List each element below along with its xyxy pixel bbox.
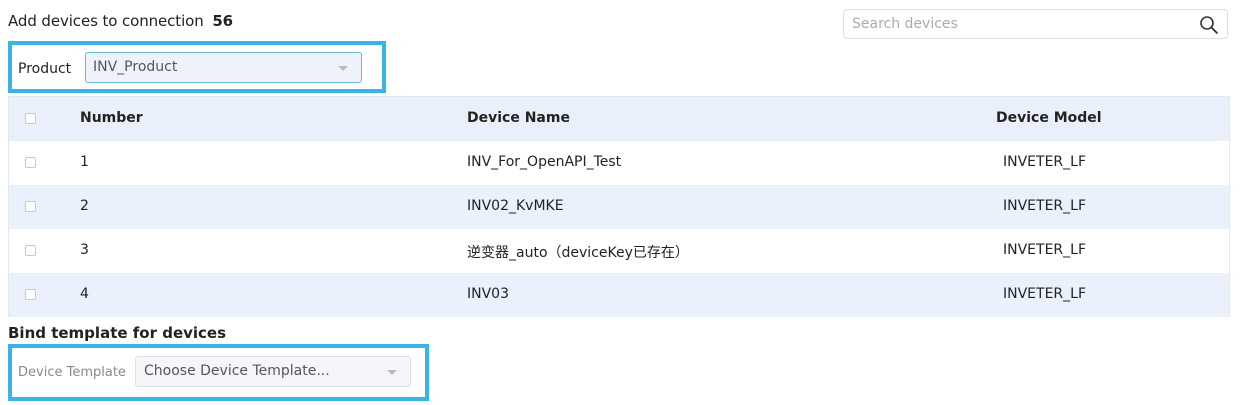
- table-row[interactable]: 2 INV02_KvMKE INVETER_LF: [9, 185, 1229, 229]
- cell-number: 3: [80, 242, 89, 258]
- table-row[interactable]: 4 INV03 INVETER_LF: [9, 273, 1229, 317]
- cell-device-model: INVETER_LF: [1003, 198, 1087, 214]
- device-template-placeholder: Choose Device Template...: [144, 363, 330, 379]
- page-title-text: Add devices to connection: [8, 12, 204, 30]
- product-select-value: INV_Product: [93, 59, 178, 75]
- bind-template-title: Bind template for devices: [8, 324, 227, 342]
- chevron-down-icon: [338, 66, 348, 71]
- product-select[interactable]: INV_Product: [85, 52, 362, 83]
- column-header-device-model[interactable]: Device Model: [996, 110, 1102, 126]
- row-checkbox[interactable]: [25, 201, 36, 212]
- cell-device-model: INVETER_LF: [1003, 286, 1087, 302]
- column-header-number[interactable]: Number: [80, 110, 143, 126]
- cell-device-name: INV02_KvMKE: [467, 198, 564, 214]
- select-all-checkbox[interactable]: [25, 113, 36, 124]
- search-placeholder: Search devices: [852, 16, 958, 32]
- product-label: Product: [18, 61, 72, 77]
- cell-device-model: INVETER_LF: [1003, 154, 1087, 170]
- table-header-row: Number Device Name Device Model: [9, 97, 1229, 142]
- column-header-device-name[interactable]: Device Name: [467, 110, 570, 126]
- add-devices-panel: Add devices to connection 56 Search devi…: [0, 0, 1241, 405]
- cell-device-model: INVETER_LF: [1003, 242, 1087, 258]
- cell-number: 4: [80, 286, 89, 302]
- row-checkbox[interactable]: [25, 289, 36, 300]
- cell-device-name: 逆变器_auto（deviceKey已存在）: [467, 245, 689, 261]
- cell-device-name: INV03: [467, 286, 509, 302]
- table-row[interactable]: 1 INV_For_OpenAPI_Test INVETER_LF: [9, 141, 1229, 185]
- row-checkbox[interactable]: [25, 157, 36, 168]
- cell-device-name: INV_For_OpenAPI_Test: [467, 154, 622, 170]
- cell-number: 1: [80, 154, 89, 170]
- chevron-down-icon: [387, 370, 397, 375]
- search-icon[interactable]: [1199, 15, 1219, 35]
- cell-number: 2: [80, 198, 89, 214]
- devices-table: Number Device Name Device Model 1 INV_Fo…: [8, 96, 1230, 317]
- connection-number: 56: [212, 12, 233, 30]
- search-input[interactable]: Search devices: [843, 9, 1228, 39]
- device-template-select[interactable]: Choose Device Template...: [135, 356, 411, 387]
- page-title: Add devices to connection 56: [8, 12, 233, 30]
- table-row[interactable]: 3 逆变器_auto（deviceKey已存在） INVETER_LF: [9, 229, 1229, 273]
- device-template-label: Device Template: [18, 365, 126, 380]
- row-checkbox[interactable]: [25, 245, 36, 256]
